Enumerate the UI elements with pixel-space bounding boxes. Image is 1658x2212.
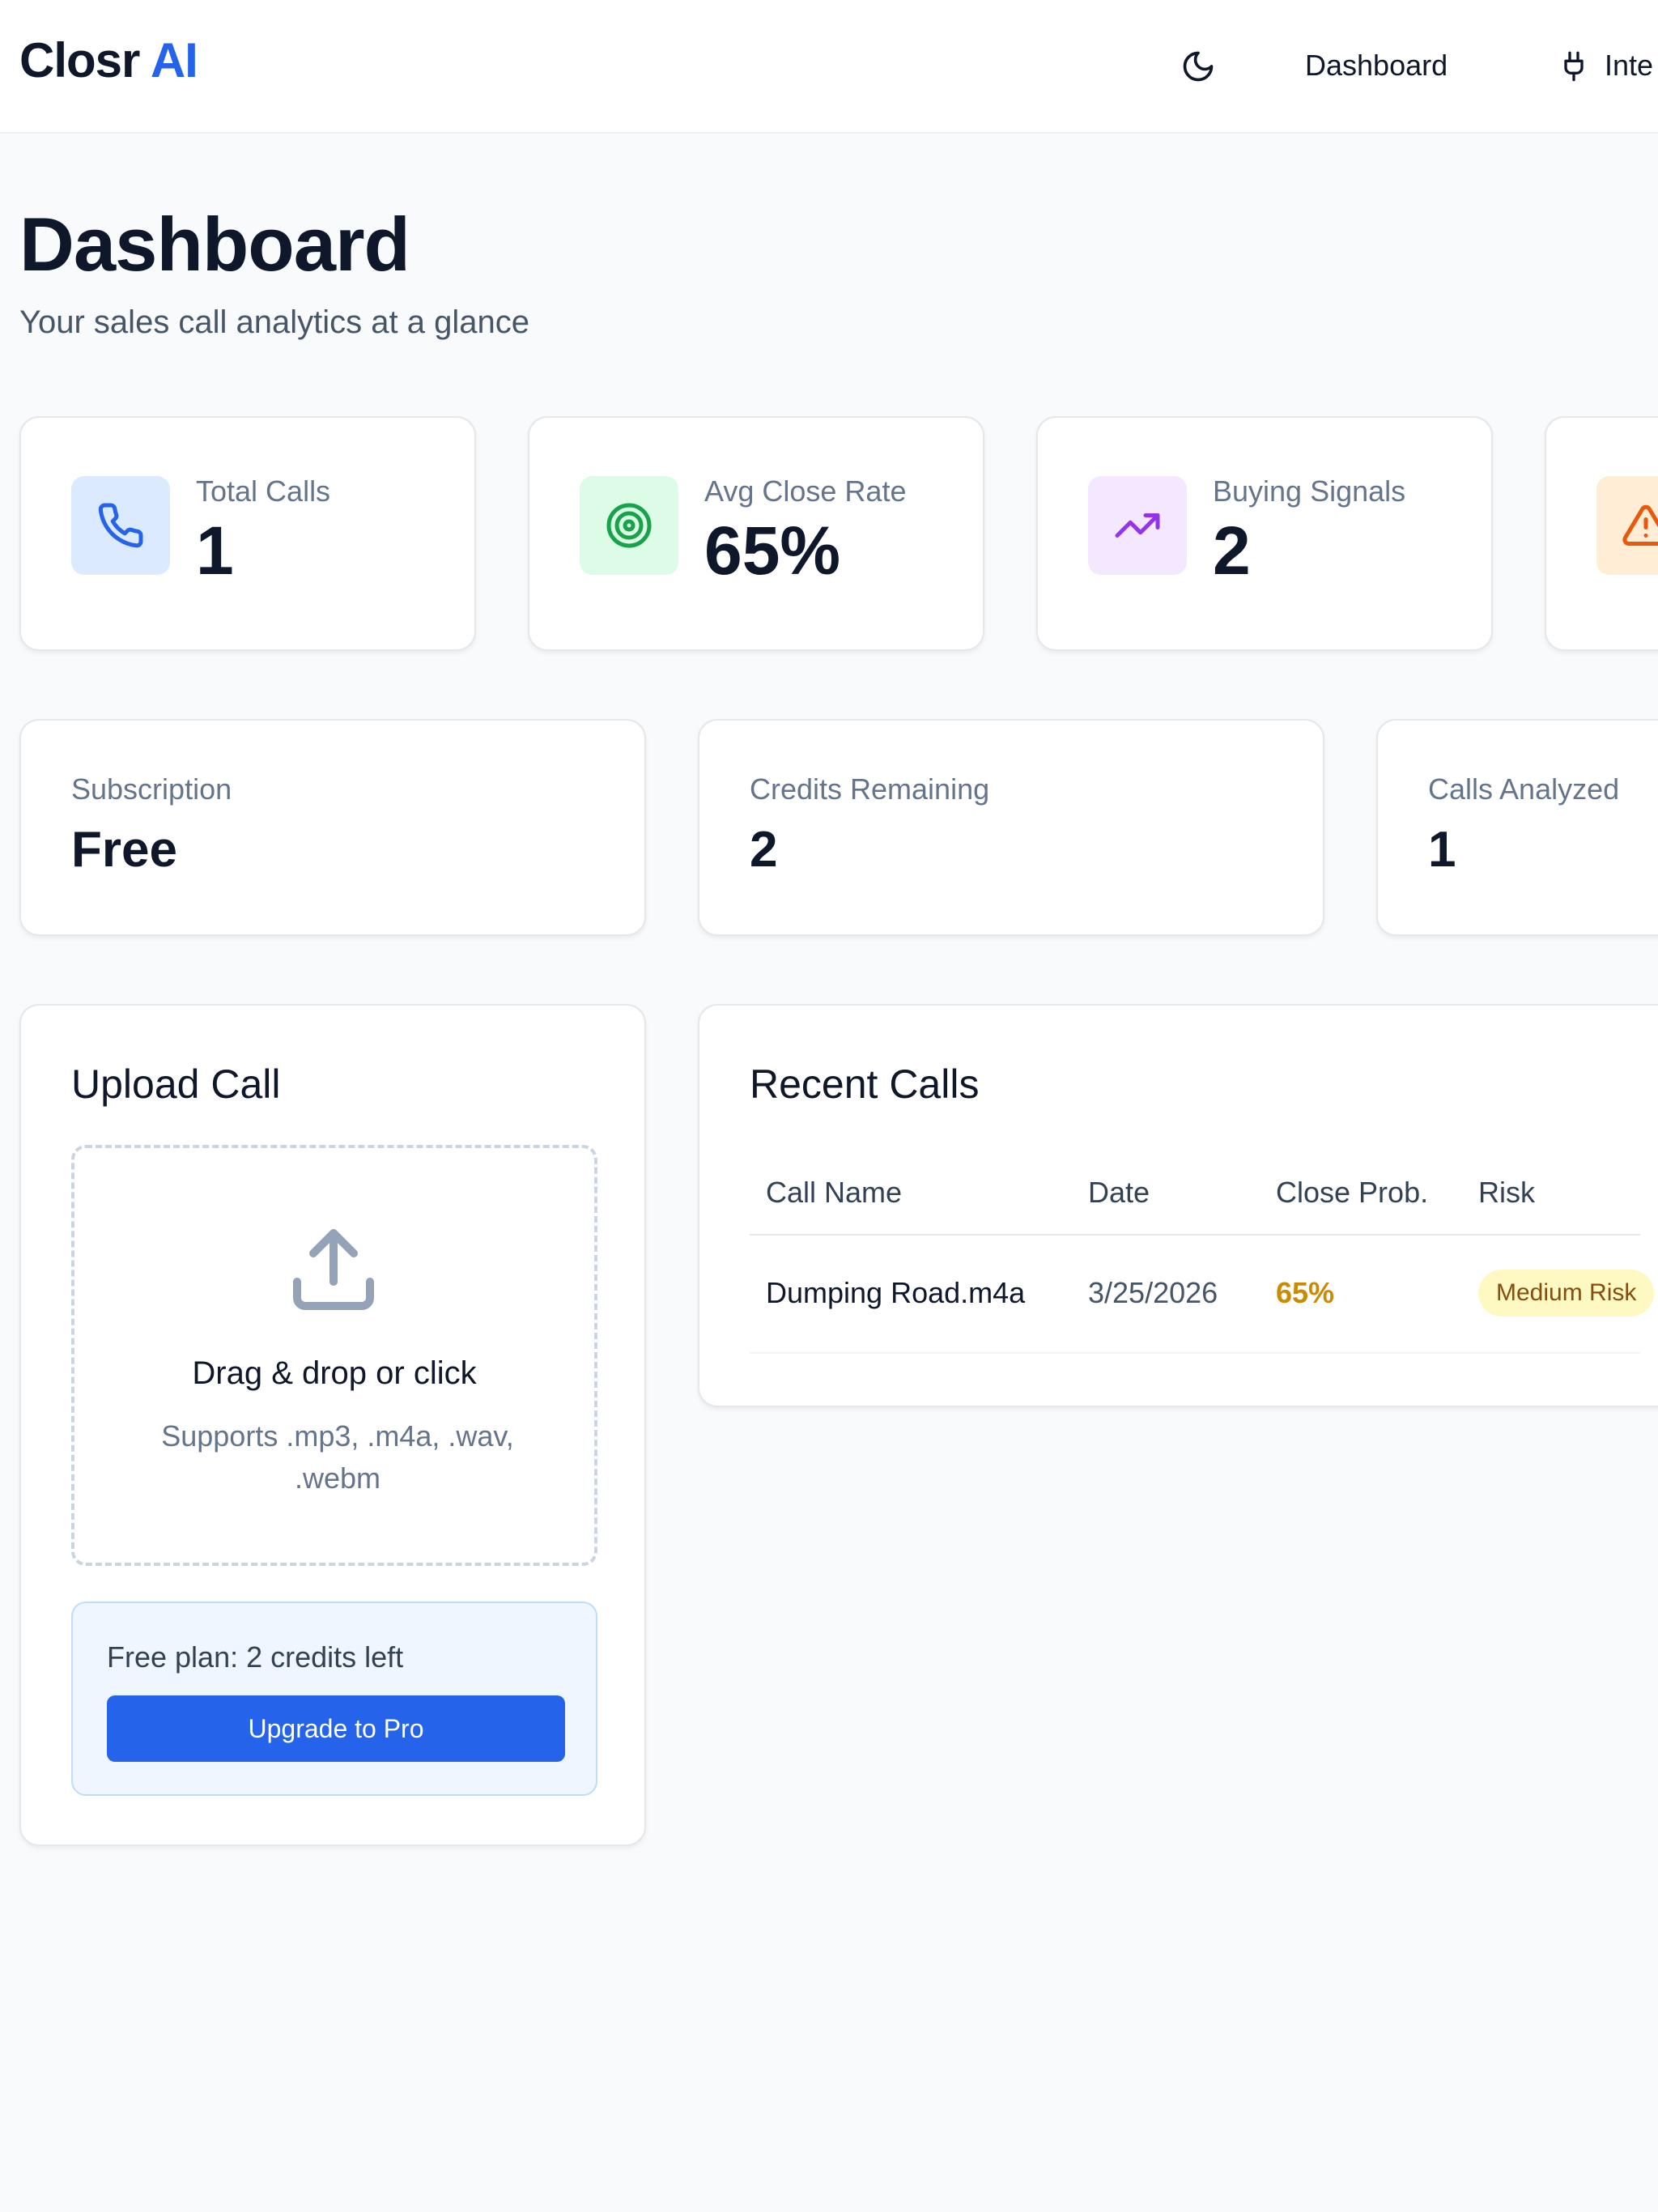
column-header-call-name[interactable]: Call Name: [766, 1176, 902, 1210]
stat-card-risk: [1545, 416, 1658, 651]
nav-integrations-label: Inte: [1605, 49, 1654, 82]
logo-text: Closr: [19, 33, 140, 87]
risk-badge: Medium Risk: [1478, 1270, 1655, 1317]
plug-icon: [1564, 51, 1584, 82]
plan-text: Free plan: 2 credits left: [107, 1640, 404, 1674]
stat-value: 65%: [704, 513, 841, 589]
stat-label: Total Calls: [196, 474, 331, 508]
upload-title: Upload Call: [71, 1061, 281, 1107]
stat-value: 2: [1213, 513, 1251, 589]
stat-value: 1: [196, 513, 234, 589]
date-cell: 3/25/2026: [1088, 1276, 1218, 1309]
trending-up-icon: [1088, 476, 1187, 575]
moon-icon[interactable]: [1180, 49, 1216, 84]
recent-calls-card: Recent Calls Call Name Date Close Prob. …: [698, 1004, 1658, 1407]
calls-analyzed-card: Calls Analyzed 1: [1376, 719, 1658, 936]
dropzone-title: Drag & drop or click: [192, 1355, 477, 1391]
info-value: 2: [750, 822, 778, 878]
dropzone-formats: Supports .mp3, .m4a, .wav, .webm: [161, 1419, 514, 1495]
row-divider: [750, 1352, 1640, 1354]
page: Closr AI Dashboard Inte Dashboard Your s…: [0, 0, 1658, 2212]
stat-label: Avg Close Rate: [704, 474, 907, 508]
stat-card-buying-signals: Buying Signals 2: [1036, 416, 1493, 651]
close-prob-cell: 65%: [1276, 1276, 1335, 1309]
stat-label: Buying Signals: [1213, 474, 1406, 508]
column-header-date[interactable]: Date: [1088, 1176, 1150, 1210]
column-header-close-prob[interactable]: Close Prob.: [1276, 1176, 1428, 1210]
upload-icon: [293, 1229, 374, 1310]
subscription-card: Subscription Free: [19, 719, 646, 936]
page-title: Dashboard: [19, 202, 410, 287]
credits-card: Credits Remaining 2: [698, 719, 1324, 936]
logo-accent: AI: [139, 33, 198, 87]
nav-dashboard[interactable]: Dashboard: [1305, 49, 1448, 83]
logo[interactable]: Closr AI: [19, 32, 198, 88]
stat-card-total-calls: Total Calls 1: [19, 416, 476, 651]
phone-icon: [71, 476, 170, 575]
recent-calls-title: Recent Calls: [750, 1061, 980, 1107]
page-subtitle: Your sales call analytics at a glance: [19, 304, 529, 340]
info-value: Free: [71, 822, 177, 878]
target-icon: [580, 476, 678, 575]
info-label: Calls Analyzed: [1428, 772, 1620, 806]
call-name-cell[interactable]: Dumping Road.m4a: [766, 1276, 1025, 1310]
upload-dropzone[interactable]: Drag & drop or click Supports .mp3, .m4a…: [71, 1145, 597, 1566]
info-label: Credits Remaining: [750, 772, 990, 806]
top-nav: Closr AI Dashboard Inte: [0, 0, 1658, 134]
upgrade-button[interactable]: Upgrade to Pro: [107, 1695, 565, 1762]
info-label: Subscription: [71, 772, 232, 806]
info-value: 1: [1428, 822, 1456, 878]
upload-card: Upload Call Drag & drop or click Support…: [19, 1004, 646, 1846]
plan-notice: Free plan: 2 credits left Upgrade to Pro: [71, 1602, 597, 1796]
column-header-risk[interactable]: Risk: [1478, 1176, 1535, 1210]
alert-triangle-icon: [1596, 476, 1658, 575]
stat-card-close-rate: Avg Close Rate 65%: [528, 416, 984, 651]
table-divider: [750, 1234, 1640, 1236]
